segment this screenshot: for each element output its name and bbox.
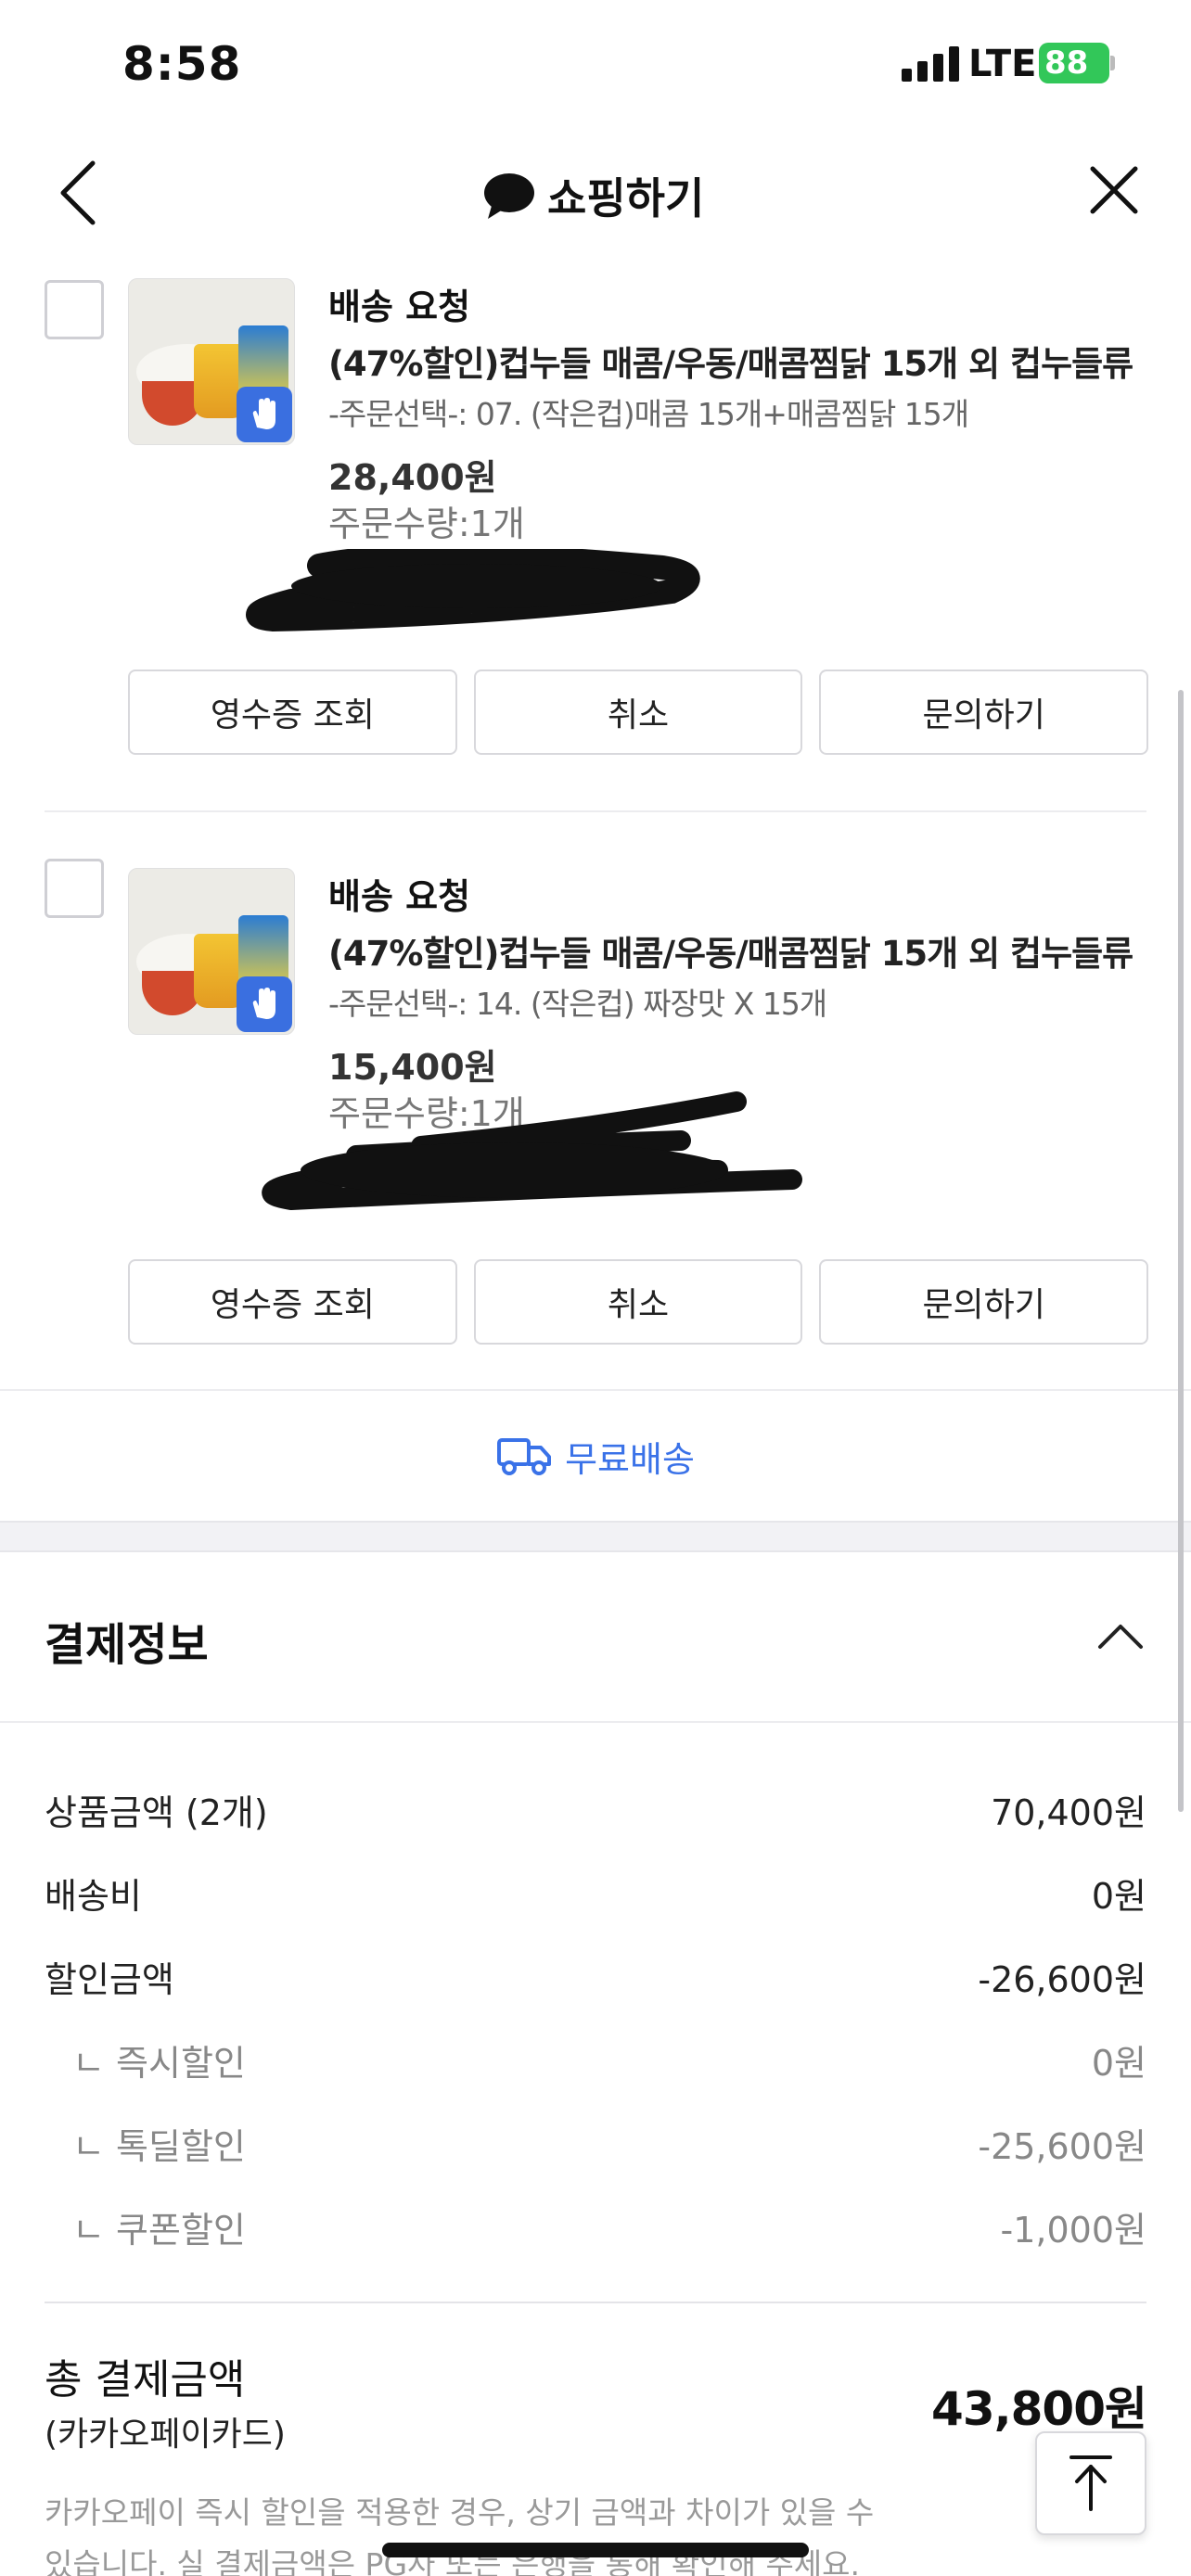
signal-icon: [902, 46, 959, 82]
scrollbar[interactable]: [1178, 690, 1184, 1812]
receipt-button[interactable]: 영수증 조회: [128, 1259, 457, 1345]
status-time: 8:58: [122, 37, 242, 91]
row-label: 상품금액 (2개): [45, 1792, 268, 1833]
section-separator: [0, 1521, 1191, 1552]
battery-tip: [1110, 56, 1115, 70]
redaction-scribble: [246, 549, 700, 632]
truck-icon: [497, 1438, 552, 1475]
row-label: 할인금액: [45, 1959, 174, 2000]
product-thumbnail[interactable]: [128, 278, 295, 445]
product-name[interactable]: (47%할인)컵누들 매콤/우동/매콤찜닭 15개 외 컵누들류: [328, 925, 1133, 976]
receipt-button[interactable]: 영수증 조회: [128, 670, 457, 755]
total-label: 총 결제금액: [45, 2356, 246, 2404]
row-value: 0원: [1091, 1876, 1146, 1917]
battery-icon: 88: [1039, 43, 1109, 83]
talkdeal-discount-row: ㄴ 톡딜할인 -25,600원: [45, 2118, 1146, 2169]
order-actions: 영수증 조회 취소 문의하기: [128, 1259, 1149, 1345]
row-label: ㄴ 즉시할인: [72, 2043, 246, 2084]
product-option: -주문선택-: 07. (작은컵)매콤 15개+매콤찜닭 15개: [328, 396, 969, 432]
cancel-button[interactable]: 취소: [473, 670, 803, 755]
hand-icon: [237, 976, 292, 1032]
inquiry-button[interactable]: 문의하기: [819, 1259, 1149, 1345]
close-icon[interactable]: [1085, 161, 1143, 219]
shipping-fee-row: 배송비 0원: [45, 1868, 1146, 1919]
order-actions: 영수증 조회 취소 문의하기: [128, 670, 1149, 755]
battery-level: 88: [1044, 45, 1089, 82]
chat-bubble-icon: [484, 173, 534, 219]
order-status: 배송 요청: [328, 876, 471, 917]
shipping-label: 무료배송: [565, 1438, 695, 1480]
payment-notice: 카카오페이 즉시 할인을 적용한 경우, 상기 금액과 차이가 있을 수 있습니…: [45, 2494, 875, 2576]
row-value: -1,000원: [1000, 2210, 1146, 2251]
discount-row: 할인금액 -26,600원: [45, 1951, 1146, 2002]
scroll-to-top-button[interactable]: [1035, 2431, 1146, 2535]
row-value: 0원: [1091, 2043, 1146, 2084]
cancel-button[interactable]: 취소: [473, 1259, 803, 1345]
product-thumbnail[interactable]: [128, 868, 295, 1035]
product-price: 15,400원: [328, 1047, 497, 1088]
product-option: -주문선택-: 14. (작은컵) 짜장맛 X 15개: [328, 986, 827, 1022]
chevron-up-icon[interactable]: [1095, 1617, 1146, 1654]
product-quantity: 주문수량:1개: [328, 504, 525, 544]
product-name[interactable]: (47%할인)컵누들 매콤/우동/매콤찜닭 15개 외 컵누들류: [328, 336, 1133, 386]
hand-icon: [237, 387, 292, 442]
instant-discount-row: ㄴ 즉시할인 0원: [45, 2034, 1146, 2085]
coupon-discount-row: ㄴ 쿠폰할인 -1,000원: [45, 2201, 1146, 2252]
inquiry-button[interactable]: 문의하기: [819, 670, 1149, 755]
order-status: 배송 요청: [328, 287, 471, 327]
back-icon[interactable]: [52, 156, 108, 230]
nav-bar: 쇼핑하기: [0, 139, 1191, 241]
payment-title: 결제정보: [45, 1619, 209, 1671]
total-amount: 43,800원: [931, 2382, 1147, 2436]
payment-header[interactable]: 결제정보: [0, 1552, 1191, 1723]
row-label: ㄴ 쿠폰할인: [72, 2210, 246, 2251]
payment-method: (카카오페이카드): [45, 2416, 286, 2454]
row-label: 배송비: [45, 1876, 142, 1917]
arrow-up-icon: [1069, 2455, 1112, 2511]
status-bar: 8:58 LTE 88: [0, 0, 1191, 130]
network-label: LTE: [968, 43, 1037, 85]
row-value: 70,400원: [991, 1792, 1146, 1833]
divider: [45, 2302, 1146, 2303]
row-value: -25,600원: [978, 2126, 1146, 2167]
order-checkbox[interactable]: [45, 859, 104, 918]
nav-title-text: 쇼핑하기: [547, 173, 705, 223]
divider: [45, 810, 1146, 812]
product-amount-row: 상품금액 (2개) 70,400원: [45, 1784, 1146, 1835]
row-value: -26,600원: [978, 1959, 1146, 2000]
home-indicator[interactable]: [382, 2543, 809, 2557]
order-checkbox[interactable]: [45, 280, 104, 339]
redaction-scribble: [262, 1091, 802, 1211]
row-label: ㄴ 톡딜할인: [72, 2126, 246, 2167]
nav-title: 쇼핑하기: [482, 165, 704, 226]
product-price: 28,400원: [328, 457, 497, 498]
shipping-info: 무료배송: [0, 1391, 1191, 1521]
